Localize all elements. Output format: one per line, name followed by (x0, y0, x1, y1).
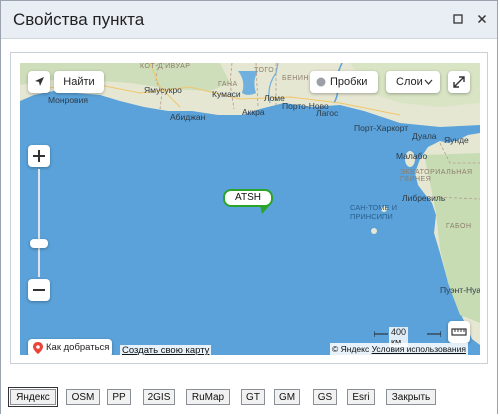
label-city-accra: Аккра (242, 107, 265, 117)
provider-2gis-button[interactable]: 2GIS (143, 389, 175, 405)
scale-line-end-icon (427, 331, 441, 337)
label-country-ghana: ГАНА (218, 81, 238, 88)
zoom-slider-track[interactable] (38, 169, 40, 277)
window-icon[interactable] (451, 13, 465, 27)
location-arrow-icon (35, 77, 44, 86)
map-canvas[interactable]: КОТ-Д'ИВУАР ГАНА ТОГО БЕНИН Монровия Яму… (20, 63, 480, 355)
label-city-kumasi: Кумаси (212, 89, 241, 99)
chevron-down-icon (424, 79, 433, 85)
label-country-eq-guinea: ЭКВАТОРИАЛЬНАЯ ГВИНЕЯ (400, 169, 473, 183)
copyright-text: © Яндекс (332, 344, 370, 354)
label-country-sao-tome: САН-ТОМЕ И ПРИНСИПИ (350, 203, 397, 221)
plus-icon (33, 150, 45, 162)
route-button-label: Как добраться (46, 342, 110, 353)
marker-tail-icon (260, 205, 270, 214)
dialog-footer: Яндекс OSM РР 2GIS RuMap GT GM GS Esri З… (1, 381, 497, 411)
provider-rumap-button[interactable]: RuMap (186, 389, 230, 405)
zoom-out-button[interactable] (28, 279, 50, 301)
label-country-gabon: ГАБОН (446, 223, 472, 230)
expand-icon (453, 76, 465, 88)
label-country-benin: БЕНИН (282, 75, 309, 82)
provider-gs-button[interactable]: GS (313, 389, 337, 405)
properties-dialog: Свойства пункта КОТ-Д'ИВУАР ГАНА ТОГО БЕ… (0, 0, 498, 415)
provider-osm-button[interactable]: OSM (66, 389, 100, 405)
create-map-link[interactable]: Создать свою карту (120, 345, 212, 355)
geolocation-button[interactable] (28, 71, 50, 93)
label-city-yamoussoukro: Ямусукро (144, 85, 182, 95)
marker-label: ATSH (235, 192, 261, 203)
close-icon[interactable] (475, 13, 489, 27)
traffic-button-label: Пробки (330, 76, 368, 88)
label-country-togo: ТОГО (254, 67, 275, 74)
route-button[interactable]: Как добраться (28, 339, 112, 355)
zoom-in-button[interactable] (28, 145, 50, 167)
label-city-douala: Дуала (412, 131, 437, 141)
dialog-body: КОТ-Д'ИВУАР ГАНА ТОГО БЕНИН Монровия Яму… (1, 39, 497, 415)
map-frame: КОТ-Д'ИВУАР ГАНА ТОГО БЕНИН Монровия Яму… (10, 52, 488, 364)
label-city-yaounde: Яунде (444, 135, 469, 145)
provider-rr-button[interactable]: РР (107, 389, 131, 405)
label-city-pointe-noire: Пуэнт-Нуар (440, 285, 480, 295)
search-button[interactable]: Найти (54, 71, 104, 93)
search-button-label: Найти (63, 76, 95, 88)
ruler-icon (451, 328, 467, 336)
dialog-titlebar: Свойства пункта (1, 1, 497, 39)
provider-esri-button[interactable]: Esri (347, 389, 375, 405)
zoom-slider-handle[interactable] (30, 239, 48, 248)
label-city-lagos: Лагос (316, 108, 339, 118)
provider-yandex-button[interactable]: Яндекс (8, 387, 58, 407)
close-button[interactable]: Закрыть (386, 389, 436, 405)
minus-icon (33, 289, 45, 291)
layers-button-label: Слои (396, 76, 423, 88)
traffic-icon (316, 77, 326, 87)
fullscreen-button[interactable] (448, 71, 470, 93)
map-copyright: © Яндекс Условия использования (330, 343, 468, 355)
dialog-title: Свойства пункта (13, 10, 145, 29)
scale-line-icon (374, 331, 388, 337)
label-city-monrovia: Монровия (48, 95, 88, 105)
label-city-malabo: Малабо (396, 151, 428, 161)
label-city-abidjan: Абиджан (170, 112, 206, 122)
terms-link[interactable]: Условия использования (372, 344, 466, 354)
traffic-button[interactable]: Пробки (310, 71, 378, 93)
label-city-libreville: Либревиль (402, 193, 446, 203)
ruler-button[interactable] (448, 321, 470, 343)
layers-button[interactable]: Слои (386, 71, 440, 93)
label-country-civ: КОТ-Д'ИВУАР (140, 63, 191, 70)
label-city-port-harcourt: Порт-Харкорт (354, 123, 409, 133)
location-pin-icon (33, 342, 43, 354)
provider-gm-button[interactable]: GM (274, 389, 300, 405)
provider-gt-button[interactable]: GT (241, 389, 265, 405)
